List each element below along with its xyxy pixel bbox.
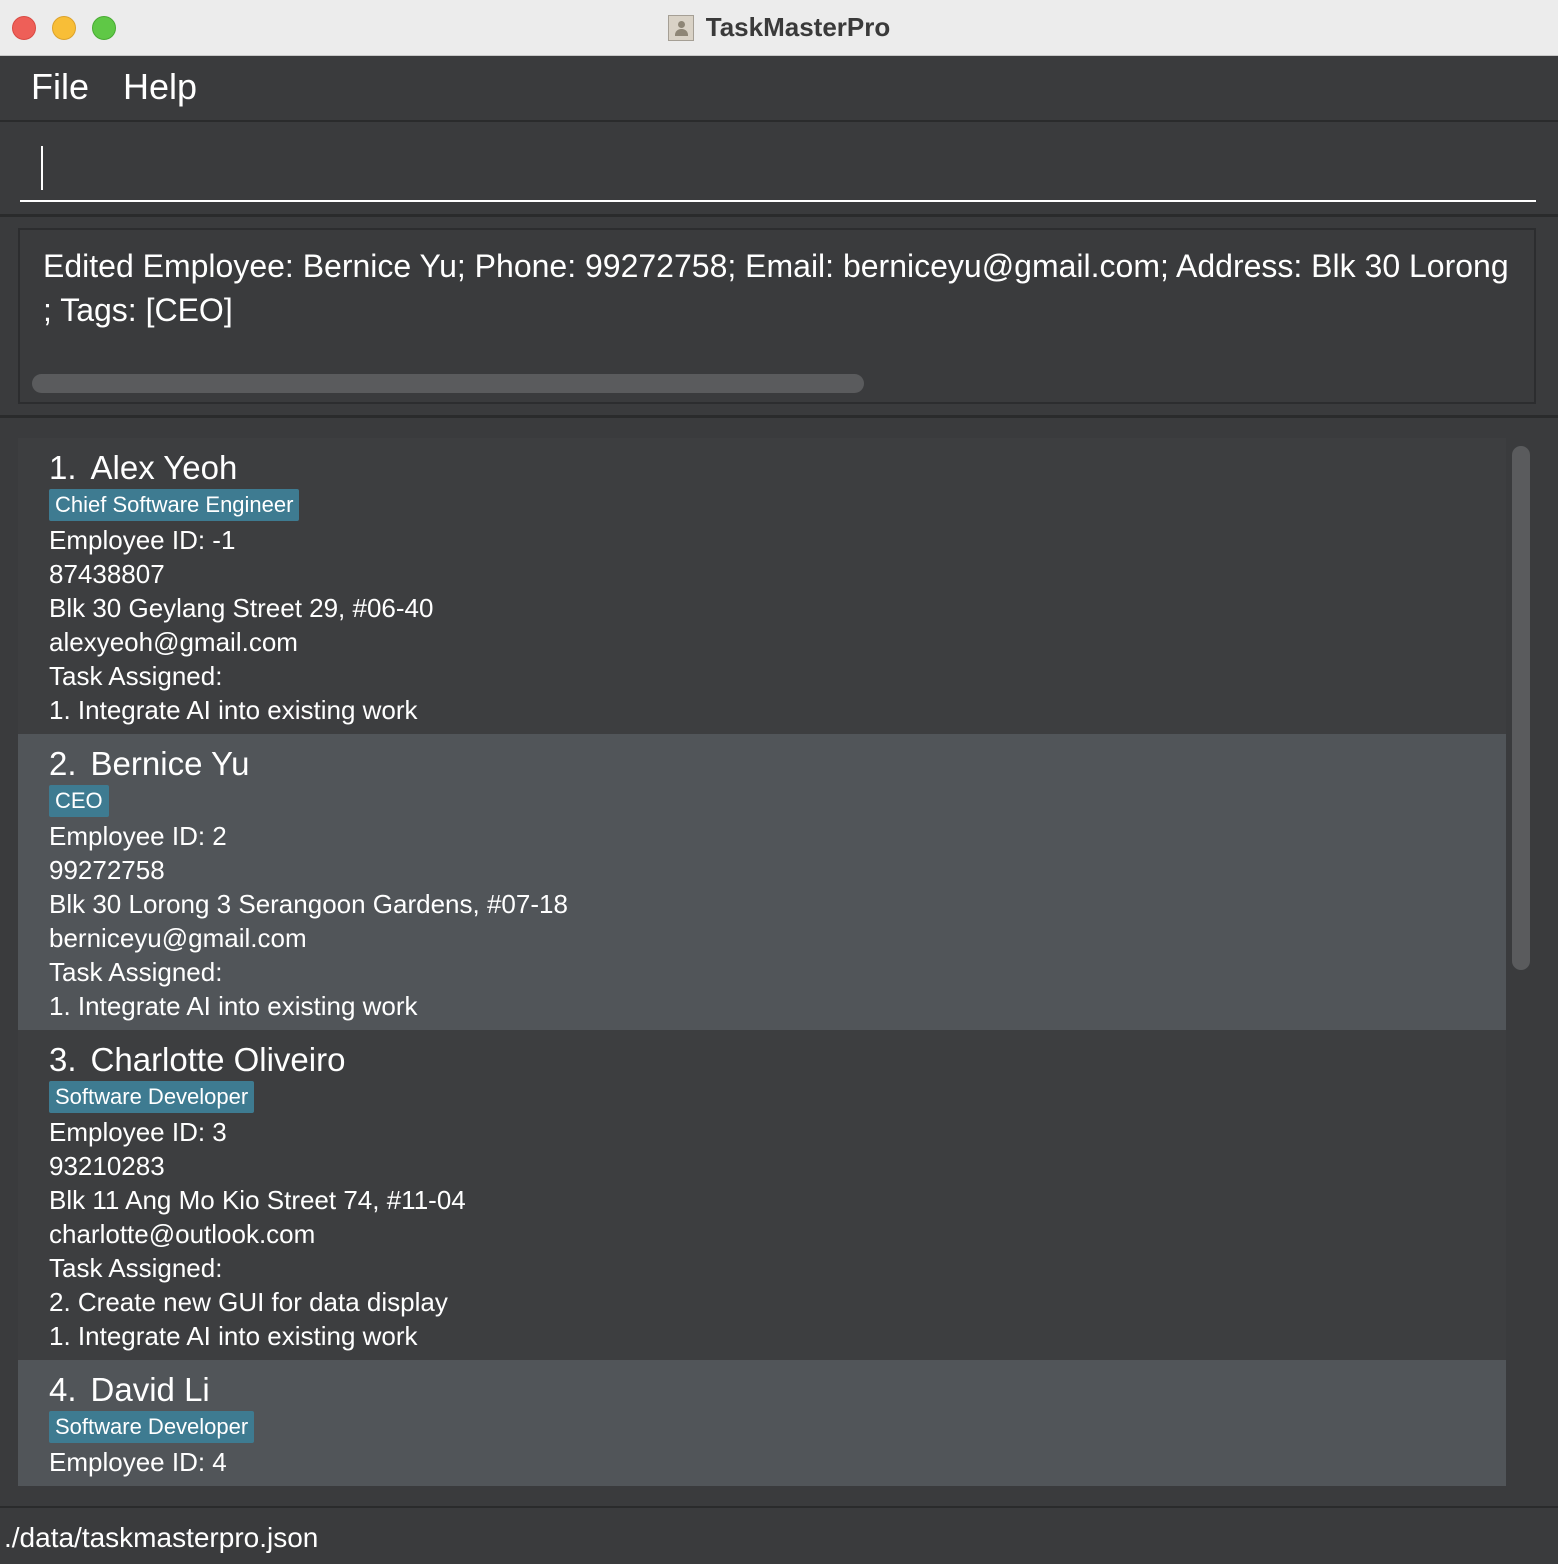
employee-name-row: 2. Bernice Yu bbox=[49, 746, 1506, 782]
employee-name: David Li bbox=[90, 1371, 210, 1408]
vertical-scrollbar[interactable] bbox=[1510, 438, 1532, 1486]
employee-card[interactable]: 2. Bernice Yu CEO Employee ID: 2 99272758… bbox=[18, 734, 1506, 1030]
employee-name: Alex Yeoh bbox=[90, 449, 238, 486]
vertical-scrollbar-thumb[interactable] bbox=[1512, 446, 1530, 970]
result-text-area[interactable]: Edited Employee: Bernice Yu; Phone: 9927… bbox=[18, 228, 1536, 404]
task-item: 2. Create new GUI for data display bbox=[49, 1287, 448, 1317]
employee-id: Employee ID: 3 bbox=[49, 1117, 227, 1147]
task-item: 1. Integrate AI into existing work bbox=[49, 1321, 418, 1351]
role-tag: Software Developer bbox=[49, 1081, 255, 1113]
employee-phone: 99272758 bbox=[49, 855, 165, 885]
employee-phone: 87438807 bbox=[49, 559, 165, 589]
status-bar: ./data/taskmasterpro.json bbox=[0, 1506, 1558, 1564]
employee-email: berniceyu@gmail.com bbox=[49, 923, 307, 953]
task-heading: Task Assigned: bbox=[49, 957, 223, 987]
text-caret bbox=[41, 146, 43, 190]
app-window: TaskMasterPro File Help Edited Employee:… bbox=[0, 0, 1558, 1564]
menu-file[interactable]: File bbox=[31, 66, 89, 108]
result-display: Edited Employee: Bernice Yu; Phone: 9927… bbox=[0, 217, 1558, 418]
employee-index: 2. bbox=[49, 745, 77, 782]
result-line-2: ; Tags: [CEO] bbox=[43, 292, 233, 328]
employee-id: Employee ID: 4 bbox=[49, 1447, 227, 1477]
employee-list-panel: 1. Alex Yeoh Chief Software Engineer Empl… bbox=[0, 418, 1558, 1506]
command-input[interactable] bbox=[20, 130, 1536, 202]
employee-name: Bernice Yu bbox=[90, 745, 250, 782]
horizontal-scrollbar[interactable] bbox=[32, 374, 864, 393]
task-item: 1. Integrate AI into existing work bbox=[49, 695, 418, 725]
role-tag: Chief Software Engineer bbox=[49, 489, 300, 521]
employee-list[interactable]: 1. Alex Yeoh Chief Software Engineer Empl… bbox=[18, 438, 1506, 1486]
window-title: TaskMasterPro bbox=[705, 12, 891, 42]
menu-help[interactable]: Help bbox=[123, 66, 197, 108]
task-heading: Task Assigned: bbox=[49, 1253, 223, 1283]
task-item: 1. Integrate AI into existing work bbox=[49, 991, 418, 1021]
save-file-path: ./data/taskmasterpro.json bbox=[4, 1522, 319, 1553]
employee-address: Blk 30 Lorong 3 Serangoon Gardens, #07-1… bbox=[49, 889, 568, 919]
employee-email: charlotte@outlook.com bbox=[49, 1219, 316, 1249]
employee-name: Charlotte Oliveiro bbox=[90, 1041, 346, 1078]
employee-id: Employee ID: 2 bbox=[49, 821, 227, 851]
title-group: TaskMasterPro bbox=[0, 0, 1558, 55]
employee-address: Blk 11 Ang Mo Kio Street 74, #11-04 bbox=[49, 1185, 466, 1215]
employee-name-row: 1. Alex Yeoh bbox=[49, 450, 1506, 486]
employee-address: Blk 30 Geylang Street 29, #06-40 bbox=[49, 593, 434, 623]
task-heading: Task Assigned: bbox=[49, 661, 223, 691]
employee-name-row: 4. David Li bbox=[49, 1372, 1506, 1408]
employee-phone: 93210283 bbox=[49, 1151, 165, 1181]
employee-index: 4. bbox=[49, 1371, 77, 1408]
employee-id: Employee ID: -1 bbox=[49, 525, 236, 555]
address-book-icon bbox=[667, 14, 694, 41]
employee-card[interactable]: 4. David Li Software Developer Employee I… bbox=[18, 1360, 1506, 1486]
employee-email: alexyeoh@gmail.com bbox=[49, 627, 298, 657]
employee-card[interactable]: 3. Charlotte Oliveiro Software Developer … bbox=[18, 1030, 1506, 1360]
employee-index: 1. bbox=[49, 449, 77, 486]
role-tag: CEO bbox=[49, 785, 109, 817]
employee-name-row: 3. Charlotte Oliveiro bbox=[49, 1042, 1506, 1078]
employee-phone: 91031282 bbox=[49, 1479, 1506, 1486]
employee-card[interactable]: 1. Alex Yeoh Chief Software Engineer Empl… bbox=[18, 438, 1506, 734]
title-bar[interactable]: TaskMasterPro bbox=[0, 0, 1558, 56]
role-tag: Software Developer bbox=[49, 1411, 255, 1443]
employee-index: 3. bbox=[49, 1041, 77, 1078]
menu-bar: File Help bbox=[0, 56, 1558, 122]
result-message: Edited Employee: Bernice Yu; Phone: 9927… bbox=[43, 244, 1533, 332]
result-line-1: Edited Employee: Bernice Yu; Phone: 9927… bbox=[43, 248, 1509, 284]
command-box bbox=[0, 122, 1558, 217]
